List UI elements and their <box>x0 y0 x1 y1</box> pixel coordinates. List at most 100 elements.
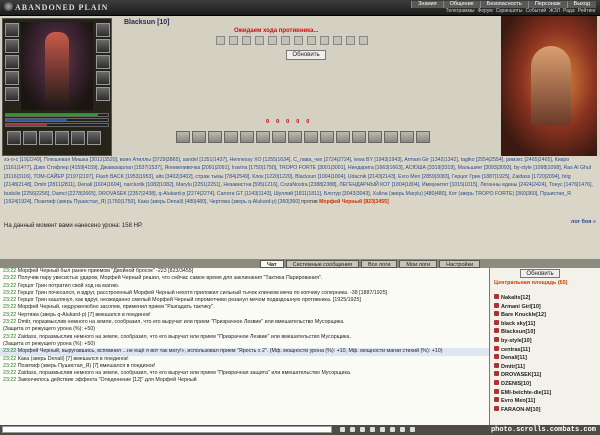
subnav-screenshots[interactable]: Скриншоты <box>496 8 523 14</box>
toolbar-icon[interactable] <box>350 427 355 432</box>
skill-slot[interactable] <box>384 131 398 143</box>
skill-slot[interactable] <box>192 131 206 143</box>
stance-slot[interactable] <box>320 36 329 45</box>
skill-slot[interactable] <box>320 131 334 143</box>
tab-chat[interactable]: Чат <box>260 260 284 268</box>
player-list-item[interactable]: Denali[11] <box>494 354 598 363</box>
skill-slot[interactable] <box>256 131 270 143</box>
battle-log-link[interactable]: лог боя » <box>571 219 596 225</box>
tab-system-messages[interactable]: Системные сообщения <box>285 260 359 268</box>
skill-slot[interactable] <box>208 131 222 143</box>
nav-character[interactable]: Персонаж <box>527 1 567 8</box>
stance-slot[interactable] <box>307 36 316 45</box>
stance-slot[interactable] <box>359 36 368 45</box>
stance-slot[interactable] <box>255 36 264 45</box>
nav-communication[interactable]: Общение <box>442 1 480 8</box>
skill-slot[interactable] <box>240 131 254 143</box>
toolbar-icon[interactable] <box>410 427 415 432</box>
player-list-name: centras[11] <box>501 346 531 353</box>
equip-slot[interactable] <box>96 55 110 69</box>
subnav-rada[interactable]: Рада <box>563 8 575 14</box>
belt-slot[interactable] <box>39 131 53 145</box>
subnav-rating[interactable]: Рейтинг <box>578 8 596 14</box>
belt-slot[interactable] <box>7 131 21 145</box>
skill-slot[interactable] <box>272 131 286 143</box>
skill-slot[interactable] <box>352 131 366 143</box>
location-refresh-button[interactable]: Обновить <box>520 269 560 278</box>
player-list-item[interactable]: Nakalts[12] <box>494 294 598 303</box>
equip-slot[interactable] <box>5 23 19 37</box>
belt-slot[interactable] <box>23 131 37 145</box>
player-name[interactable]: Blacksun [10] <box>124 19 170 26</box>
combatants-text[interactable]: хэ-о-с [19|2249], Плюшевая Мишка [3012|3… <box>4 157 593 205</box>
skill-slot[interactable] <box>288 131 302 143</box>
subnav-zhzl[interactable]: ЖЗЛ <box>549 8 560 14</box>
player-list-item[interactable]: by-style[10] <box>494 336 598 346</box>
belt-slot[interactable] <box>71 131 85 145</box>
stance-slot[interactable] <box>216 36 225 45</box>
counter: 0 <box>276 119 280 125</box>
skill-slot[interactable] <box>368 131 382 143</box>
skill-slot[interactable] <box>416 131 430 143</box>
toolbar-icon[interactable] <box>390 427 395 432</box>
tab-settings[interactable]: Настройки <box>439 260 481 268</box>
equip-slot[interactable] <box>5 71 19 85</box>
skill-slot[interactable] <box>336 131 350 143</box>
subnav-telegrams[interactable]: Телеграммы <box>446 8 475 14</box>
skill-slot[interactable] <box>224 131 238 143</box>
player-list-name: Evro Men[11] <box>501 398 536 405</box>
bottom-toolbar: photo.scrolls.combats.com <box>0 425 600 435</box>
skill-slot[interactable] <box>304 131 318 143</box>
equip-slot[interactable] <box>5 39 19 53</box>
stance-slot[interactable] <box>333 36 342 45</box>
stance-slot[interactable] <box>268 36 277 45</box>
site-logo[interactable]: ABANDONED PLAIN <box>4 2 108 12</box>
tab-my-logs[interactable]: Мои логи <box>399 260 438 268</box>
damage-summary: На данный момент вами нанесено урона: 15… <box>4 223 143 229</box>
player-list-item[interactable]: DROVASEK[11] <box>494 371 598 380</box>
opponent-portrait <box>501 16 597 156</box>
skill-slot[interactable] <box>176 131 190 143</box>
equip-slot[interactable] <box>96 23 110 37</box>
skill-slot[interactable] <box>400 131 414 143</box>
stance-slot[interactable] <box>346 36 355 45</box>
tab-all-logs[interactable]: Все логи <box>360 260 398 268</box>
player-list-item[interactable]: Evro Men[11] <box>494 397 598 406</box>
equip-slot[interactable] <box>96 71 110 85</box>
stance-slot[interactable] <box>281 36 290 45</box>
subnav-forum[interactable]: Форум <box>478 8 493 14</box>
player-list-item[interactable]: EMI-beichte-die[11] <box>494 388 598 398</box>
player-list-item[interactable]: Dmitr[11] <box>494 362 598 372</box>
equip-slot[interactable] <box>96 87 110 101</box>
subnav-events[interactable]: Событий <box>525 8 546 14</box>
stance-slot[interactable] <box>229 36 238 45</box>
stance-slot[interactable] <box>294 36 303 45</box>
toolbar-icon[interactable] <box>400 427 405 432</box>
equip-slot[interactable] <box>5 55 19 69</box>
equip-slot[interactable] <box>96 39 110 53</box>
toolbar-icon[interactable] <box>340 427 345 432</box>
target-name[interactable]: Морфей Черный [823|3455] <box>319 199 389 205</box>
belt-slot[interactable] <box>55 131 69 145</box>
belt-slot[interactable] <box>87 131 101 145</box>
player-list-item[interactable]: centras[11] <box>494 345 598 355</box>
player-list-item[interactable]: Blacksun[10] <box>494 328 598 337</box>
nav-knowledge[interactable]: Знания <box>411 1 443 8</box>
stance-slot[interactable] <box>242 36 251 45</box>
refresh-button[interactable]: Обновить <box>286 50 326 60</box>
player-list-item[interactable]: FARAON-M[10] <box>494 405 598 415</box>
player-list-item[interactable]: DZENIS[10] <box>494 379 598 389</box>
player-list-item[interactable]: Bare Knuckle[12] <box>494 311 598 320</box>
player-list-item[interactable]: Armani Girl[10] <box>494 302 598 312</box>
equip-slot[interactable] <box>5 87 19 101</box>
toolbar-icon[interactable] <box>370 427 375 432</box>
nav-exit[interactable]: Выход <box>566 1 596 8</box>
toolbar-icon[interactable] <box>360 427 365 432</box>
chat-time: 23:22 <box>3 370 17 377</box>
chat-line: 23:22 Закончилось действие эффекта "Олед… <box>0 377 489 384</box>
nav-security[interactable]: Безопасность <box>479 1 528 8</box>
player-list-item[interactable]: black sky[11] <box>494 319 598 329</box>
chat-input[interactable] <box>2 426 332 433</box>
toolbar-icon[interactable] <box>380 427 385 432</box>
logo-text: ABANDONED PLAIN <box>15 3 109 12</box>
